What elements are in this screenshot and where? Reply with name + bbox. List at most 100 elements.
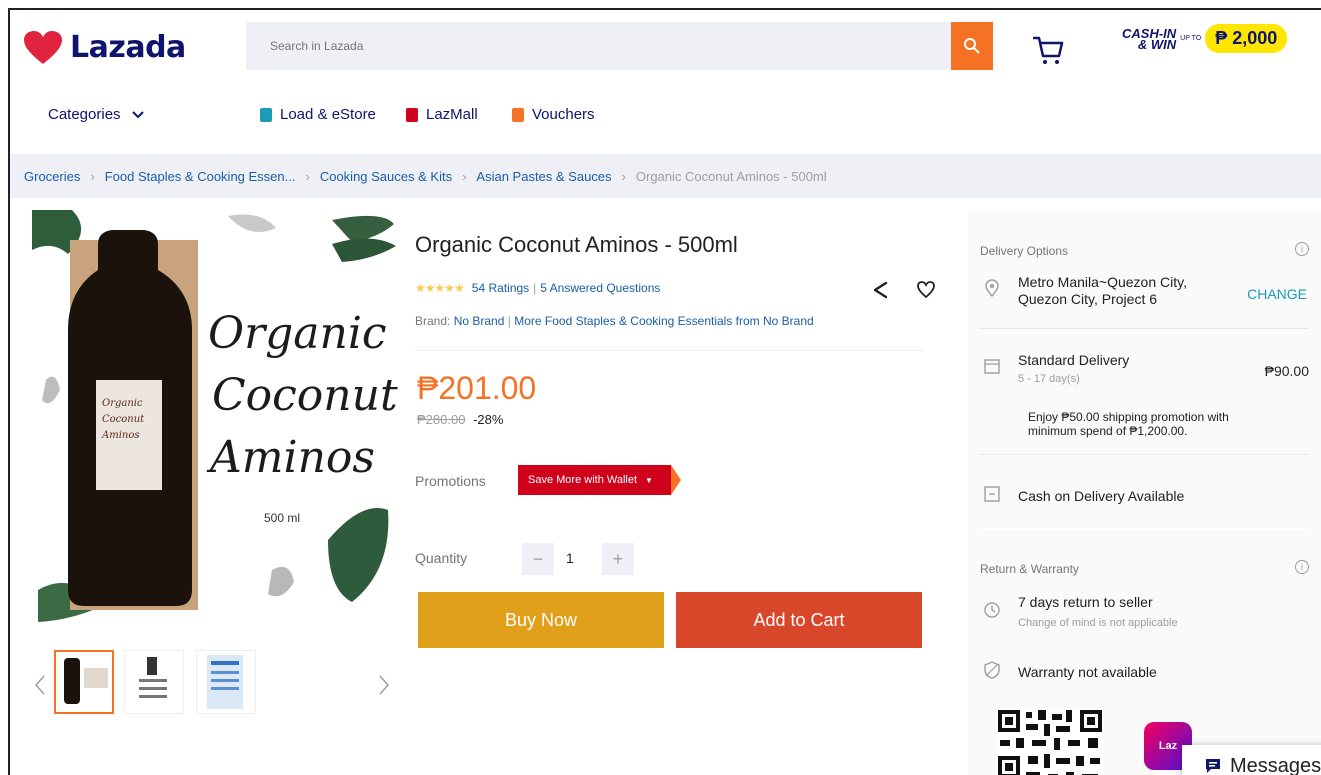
image-caption: Coconut bbox=[212, 370, 398, 421]
breadcrumb-item[interactable]: Asian Pastes & Sauces bbox=[476, 169, 611, 184]
chat-icon bbox=[1206, 759, 1220, 773]
breadcrumb-separator-icon: › bbox=[90, 168, 95, 184]
image-caption: Aminos bbox=[206, 432, 375, 483]
promo-upto: UP TO bbox=[1180, 35, 1202, 42]
return-icon bbox=[984, 602, 1000, 618]
add-to-cart-button[interactable]: Add to Cart bbox=[676, 592, 922, 648]
package-icon bbox=[984, 359, 1000, 374]
ratings-row: ★★★★★ 54 Ratings | 5 Answered Questions bbox=[415, 281, 660, 295]
bottle-label-text: Coconut bbox=[102, 414, 145, 425]
nav-bar: Categories Load & eStore LazMall Voucher… bbox=[10, 106, 1321, 146]
promotion-tag[interactable]: Save More with Wallet ▼ bbox=[518, 465, 681, 495]
buy-now-button[interactable]: Buy Now bbox=[418, 592, 664, 648]
messages-label: Messages bbox=[1230, 754, 1321, 775]
promo-title: CASH-IN & WIN bbox=[1122, 27, 1176, 51]
old-price-row: ₱280.00 -28% bbox=[417, 412, 503, 427]
shipping-promo-note: Enjoy ₱50.00 shipping promotion with min… bbox=[1028, 410, 1298, 438]
rating-stars-icon: ★★★★★ bbox=[415, 281, 465, 295]
phone-icon bbox=[260, 107, 272, 122]
search-bar bbox=[246, 22, 951, 70]
bottle-label-text: Organic bbox=[102, 398, 143, 409]
cart-button[interactable] bbox=[1030, 32, 1070, 72]
breadcrumb-separator-icon: › bbox=[462, 168, 467, 184]
product-main-image[interactable]: Organic Coconut Aminos 500 ml Organic Co… bbox=[32, 210, 398, 630]
breadcrumb-separator-icon: › bbox=[305, 168, 310, 184]
qr-code[interactable] bbox=[996, 708, 1104, 775]
logo-text: Lazada bbox=[70, 30, 186, 65]
promo-amount: ₱ 2,000 bbox=[1205, 24, 1288, 53]
wishlist-heart-icon[interactable] bbox=[916, 280, 936, 300]
brand-divider: | bbox=[507, 314, 511, 328]
standard-delivery-fee: ₱90.00 bbox=[1264, 363, 1309, 379]
shipping-promo-line2: minimum spend of ₱1,200.00. bbox=[1028, 424, 1188, 438]
lazada-logo[interactable]: Lazada bbox=[24, 30, 186, 65]
page-frame: Lazada CASH-IN & WIN UP TO ₱ 2,000 Categ… bbox=[8, 8, 1321, 775]
nav-vouchers[interactable]: Vouchers bbox=[512, 106, 595, 123]
messages-button[interactable]: Messages bbox=[1182, 745, 1321, 775]
nav-load-estore-label: Load & eStore bbox=[280, 106, 376, 123]
nav-lazmall-label: LazMall bbox=[426, 106, 478, 123]
ratings-divider: | bbox=[533, 281, 537, 295]
info-icon[interactable]: i bbox=[1295, 560, 1309, 574]
caret-down-icon: ▼ bbox=[645, 475, 653, 485]
standard-delivery-days: 5 - 17 day(s) bbox=[1018, 373, 1080, 385]
ratings-link[interactable]: 54 Ratings bbox=[472, 281, 529, 295]
chevron-right-icon[interactable] bbox=[378, 674, 390, 696]
chevron-down-icon bbox=[131, 110, 144, 118]
cash-in-promo[interactable]: CASH-IN & WIN UP TO ₱ 2,000 bbox=[1122, 24, 1288, 53]
questions-link[interactable]: 5 Answered Questions bbox=[540, 281, 660, 295]
brand-link[interactable]: No Brand bbox=[454, 314, 505, 328]
standard-delivery-label: Standard Delivery bbox=[1018, 352, 1130, 368]
cart-icon bbox=[1033, 36, 1064, 64]
chevron-left-icon[interactable] bbox=[34, 674, 46, 696]
breadcrumb: Groceries › Food Staples & Cooking Essen… bbox=[10, 154, 1321, 198]
discount-percent: -28% bbox=[473, 412, 504, 427]
thumbnail-strip bbox=[32, 650, 402, 730]
product-title: Organic Coconut Aminos - 500ml bbox=[415, 232, 738, 257]
divider bbox=[415, 350, 923, 351]
categories-label: Categories bbox=[48, 106, 121, 123]
thumbnail-2[interactable] bbox=[124, 650, 184, 714]
nav-lazmall[interactable]: LazMall bbox=[406, 106, 478, 123]
change-location-link[interactable]: CHANGE bbox=[1247, 286, 1307, 302]
breadcrumb-current: Organic Coconut Aminos - 500ml bbox=[635, 168, 827, 184]
voucher-icon bbox=[512, 107, 524, 122]
thumbnail-3[interactable] bbox=[196, 650, 256, 714]
thumbnail-1[interactable] bbox=[54, 650, 114, 714]
breadcrumb-item[interactable]: Groceries bbox=[24, 169, 80, 184]
categories-menu[interactable]: Categories bbox=[48, 106, 145, 123]
delivery-options-heading: Delivery Options bbox=[980, 244, 1069, 258]
breadcrumb-item[interactable]: Cooking Sauces & Kits bbox=[320, 169, 452, 184]
image-caption: Organic bbox=[208, 308, 387, 359]
shipping-promo-line1: Enjoy ₱50.00 shipping promotion with bbox=[1028, 410, 1229, 424]
brand-line: Brand: No Brand | More Food Staples & Co… bbox=[415, 314, 814, 328]
promotions-label: Promotions bbox=[415, 473, 486, 489]
search-input[interactable] bbox=[246, 22, 951, 70]
promotion-tag-label: Save More with Wallet bbox=[528, 474, 638, 486]
quantity-label: Quantity bbox=[415, 550, 468, 566]
info-icon[interactable]: i bbox=[1295, 242, 1309, 256]
divider bbox=[980, 328, 1309, 329]
image-size-label: 500 ml bbox=[264, 511, 300, 525]
location-line2: Quezon City, Project 6 bbox=[1018, 291, 1158, 307]
search-icon bbox=[964, 38, 980, 54]
share-icon[interactable] bbox=[870, 280, 890, 300]
return-policy: 7 days return to seller bbox=[1018, 594, 1153, 610]
site-header: Lazada CASH-IN & WIN UP TO ₱ 2,000 Categ… bbox=[10, 10, 1321, 144]
cash-on-delivery-icon bbox=[984, 486, 1000, 502]
brand-more-link[interactable]: More Food Staples & Cooking Essentials f… bbox=[514, 314, 813, 328]
warranty-icon bbox=[984, 661, 1000, 679]
quantity-increase-button[interactable]: + bbox=[602, 543, 634, 575]
nav-vouchers-label: Vouchers bbox=[532, 106, 595, 123]
search-button[interactable] bbox=[951, 22, 993, 70]
location-line1: Metro Manila~Quezon City, bbox=[1018, 274, 1187, 290]
lazada-heart-icon bbox=[24, 30, 62, 64]
breadcrumb-item[interactable]: Food Staples & Cooking Essen... bbox=[105, 169, 296, 184]
lazmall-icon bbox=[406, 107, 418, 122]
product-photo: Organic Coconut Aminos 500 ml Organic Co… bbox=[32, 210, 398, 630]
nav-load-estore[interactable]: Load & eStore bbox=[260, 106, 376, 123]
bottle-label-text: Aminos bbox=[101, 430, 140, 441]
brand-label: Brand: bbox=[415, 314, 451, 328]
quantity-value[interactable]: 1 bbox=[566, 550, 574, 566]
quantity-decrease-button[interactable]: − bbox=[522, 543, 554, 575]
